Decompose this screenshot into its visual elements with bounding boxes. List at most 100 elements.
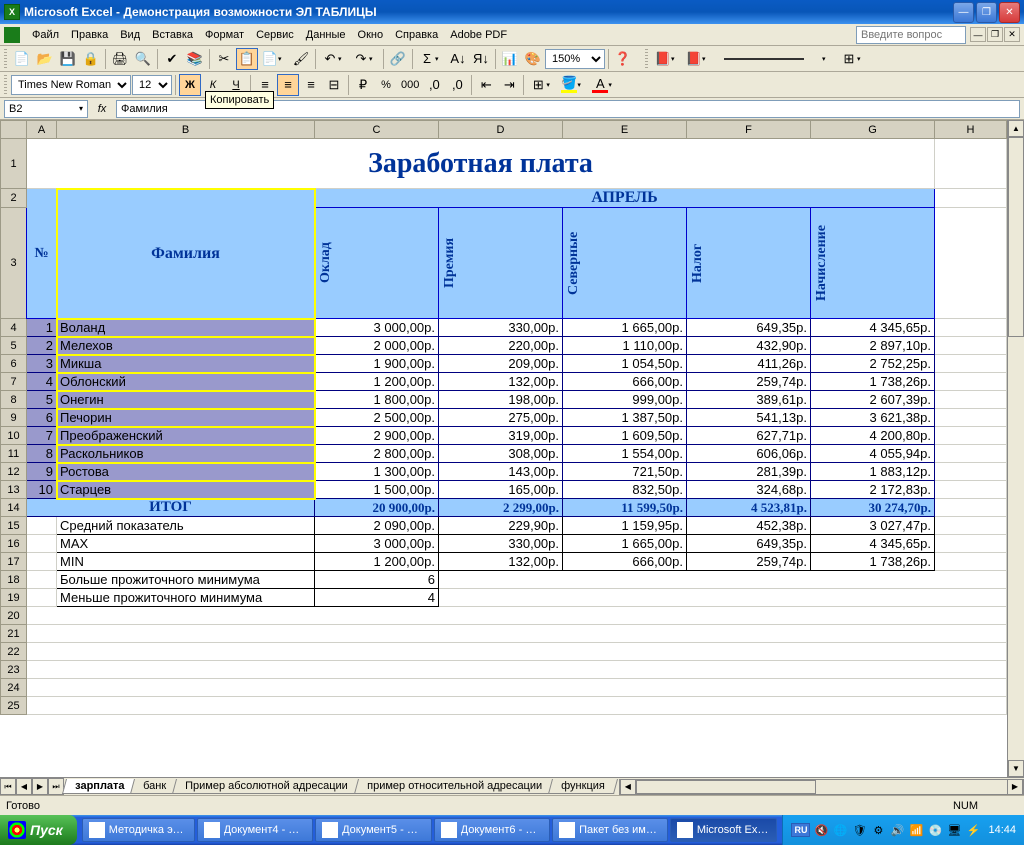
- col-header[interactable]: E: [563, 121, 687, 139]
- cell[interactable]: 220,00р.: [439, 337, 563, 355]
- menu-edit[interactable]: Правка: [65, 27, 114, 43]
- preview-button[interactable]: 🔍: [132, 48, 154, 70]
- cell[interactable]: Воланд: [57, 319, 315, 337]
- row-header[interactable]: 14: [1, 499, 27, 517]
- inner-restore[interactable]: ❐: [987, 27, 1003, 42]
- tray-icon[interactable]: 📶: [908, 822, 924, 838]
- cell[interactable]: 1 200,00р.: [315, 373, 439, 391]
- cell[interactable]: 4 345,65р.: [811, 319, 935, 337]
- pdf-button[interactable]: 📕▾: [652, 48, 682, 70]
- cell[interactable]: 2 897,10р.: [811, 337, 935, 355]
- help-search[interactable]: [856, 26, 966, 44]
- toolbar-grip-3[interactable]: [4, 75, 7, 95]
- menu-format[interactable]: Формат: [199, 27, 250, 43]
- tray-icon[interactable]: 🛡: [851, 822, 867, 838]
- scroll-thumb[interactable]: [1008, 137, 1024, 337]
- zoom-select[interactable]: 150%: [545, 49, 605, 69]
- menu-help[interactable]: Справка: [389, 27, 444, 43]
- cell[interactable]: Меньше прожиточного минимума: [57, 589, 315, 607]
- toolbar-grip-2[interactable]: [645, 49, 648, 69]
- scroll-down[interactable]: ▼: [1008, 760, 1024, 777]
- tray-icon[interactable]: 💿: [927, 822, 943, 838]
- cell[interactable]: 1 200,00р.: [315, 553, 439, 571]
- minimize-button[interactable]: —: [953, 2, 974, 23]
- menu-insert[interactable]: Вставка: [146, 27, 199, 43]
- permission-button[interactable]: 🔒: [80, 48, 102, 70]
- cell[interactable]: 1 609,50р.: [563, 427, 687, 445]
- cell[interactable]: 7: [27, 427, 57, 445]
- print-button[interactable]: 🖨: [109, 48, 131, 70]
- row-header[interactable]: 5: [1, 337, 27, 355]
- align-center-button[interactable]: ≡: [277, 74, 299, 96]
- cell[interactable]: Раскольников: [57, 445, 315, 463]
- row-header[interactable]: 8: [1, 391, 27, 409]
- col-header[interactable]: H: [935, 121, 1007, 139]
- cell[interactable]: 452,38р.: [687, 517, 811, 535]
- row-header[interactable]: 18: [1, 571, 27, 589]
- taskbar-item[interactable]: Документ4 - Microso...: [197, 818, 314, 842]
- cell[interactable]: 275,00р.: [439, 409, 563, 427]
- row-header[interactable]: 17: [1, 553, 27, 571]
- sheet-tab[interactable]: пример относительной адресации: [354, 779, 555, 794]
- cell[interactable]: 259,74р.: [687, 553, 811, 571]
- cell[interactable]: 330,00р.: [439, 319, 563, 337]
- indent-inc-button[interactable]: ⇥: [498, 74, 520, 96]
- row-header[interactable]: 11: [1, 445, 27, 463]
- cell[interactable]: 132,00р.: [439, 553, 563, 571]
- title-cell[interactable]: Заработная плата: [27, 139, 935, 189]
- cell[interactable]: 2 800,00р.: [315, 445, 439, 463]
- itog-label[interactable]: ИТОГ: [27, 499, 315, 517]
- cell[interactable]: 1 500,00р.: [315, 481, 439, 499]
- tab-first[interactable]: ⏮: [0, 778, 16, 795]
- col-nalog[interactable]: Налог: [690, 208, 706, 318]
- col-header[interactable]: D: [439, 121, 563, 139]
- merge-button[interactable]: ⊟: [323, 74, 345, 96]
- month-header[interactable]: АПРЕЛЬ: [315, 189, 935, 208]
- taskbar-item[interactable]: Методичка электро...: [82, 818, 195, 842]
- cell[interactable]: 3 027,47р.: [811, 517, 935, 535]
- taskbar-item[interactable]: Microsoft Excel - Д...: [670, 818, 778, 842]
- vertical-scrollbar[interactable]: ▲ ▼: [1007, 120, 1024, 777]
- align-right-button[interactable]: ≡: [300, 74, 322, 96]
- cell[interactable]: 649,35р.: [687, 535, 811, 553]
- spreadsheet[interactable]: A B C D E F G H 1 Заработная плата 2 № Ф…: [0, 120, 1007, 715]
- borders-button[interactable]: ⊞▾: [527, 74, 557, 96]
- no-header[interactable]: №: [27, 189, 57, 319]
- cell[interactable]: 3: [27, 355, 57, 373]
- cell[interactable]: 281,39р.: [687, 463, 811, 481]
- cell[interactable]: 5: [27, 391, 57, 409]
- cell[interactable]: 627,71р.: [687, 427, 811, 445]
- clock[interactable]: 14:44: [988, 824, 1016, 836]
- cell[interactable]: 999,00р.: [563, 391, 687, 409]
- col-header[interactable]: G: [811, 121, 935, 139]
- cell[interactable]: Печорин: [57, 409, 315, 427]
- cell[interactable]: 1 665,00р.: [563, 319, 687, 337]
- help-button[interactable]: ❓: [612, 48, 634, 70]
- cell[interactable]: 2 500,00р.: [315, 409, 439, 427]
- row-header[interactable]: 23: [1, 661, 27, 679]
- taskbar-item[interactable]: Пакет без имени - A...: [552, 818, 668, 842]
- cell[interactable]: 1 554,00р.: [563, 445, 687, 463]
- tray-icon[interactable]: 🌐: [832, 822, 848, 838]
- format-painter-button[interactable]: 🖌: [290, 48, 312, 70]
- tray-icon[interactable]: 🔊: [889, 822, 905, 838]
- cell[interactable]: 4 055,94р.: [811, 445, 935, 463]
- col-oklad[interactable]: Оклад: [318, 208, 334, 318]
- currency-button[interactable]: ₽: [352, 74, 374, 96]
- sheet-tab[interactable]: Пример абсолютной адресации: [172, 779, 361, 794]
- more-button[interactable]: ▾: [815, 48, 837, 70]
- cell[interactable]: 229,90р.: [439, 517, 563, 535]
- row-header[interactable]: 24: [1, 679, 27, 697]
- cell[interactable]: 143,00р.: [439, 463, 563, 481]
- cell[interactable]: 1 738,26р.: [811, 373, 935, 391]
- cell[interactable]: 1 387,50р.: [563, 409, 687, 427]
- autosum-button[interactable]: Σ▾: [416, 48, 446, 70]
- sort-desc-button[interactable]: Я↓: [470, 48, 492, 70]
- comma-button[interactable]: 000: [398, 74, 422, 96]
- cell[interactable]: 165,00р.: [439, 481, 563, 499]
- hscroll-left[interactable]: ◀: [620, 780, 636, 794]
- cell[interactable]: 2 090,00р.: [315, 517, 439, 535]
- menu-data[interactable]: Данные: [300, 27, 352, 43]
- cut-button[interactable]: ✂: [213, 48, 235, 70]
- row-header[interactable]: 19: [1, 589, 27, 607]
